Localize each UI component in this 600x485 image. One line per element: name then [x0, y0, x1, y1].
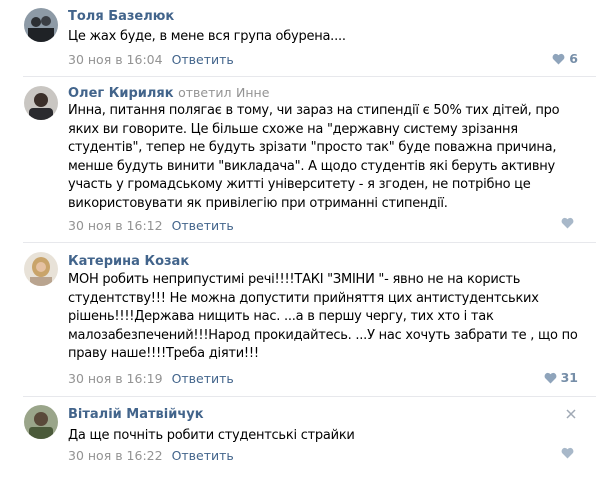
author-name[interactable]: Толя Базелюк [68, 9, 174, 24]
comment-meta: 30 ноя в 16:04 Ответить [68, 52, 234, 67]
comment-date[interactable]: 30 ноя в 16:04 [68, 52, 163, 67]
avatar[interactable] [24, 252, 58, 286]
comment-author[interactable]: Катерина Козак [68, 254, 189, 269]
reply-button[interactable]: Ответить [172, 52, 234, 67]
author-name[interactable]: Катерина Козак [68, 254, 189, 269]
divider [23, 76, 596, 77]
reply-prefix: ответил [178, 85, 232, 100]
comment-date[interactable]: 30 ноя в 16:22 [68, 448, 163, 463]
comment-meta: 30 ноя в 16:19 Ответить [68, 371, 234, 386]
heart-icon [561, 217, 574, 229]
like-button[interactable]: 31 [544, 370, 578, 385]
like-button[interactable] [561, 217, 578, 229]
avatar[interactable] [24, 405, 58, 439]
like-count: 6 [569, 51, 578, 66]
comment-text: Це жах буде, в мене вся група обурена...… [68, 29, 346, 44]
comment-date[interactable]: 30 ноя в 16:12 [68, 218, 163, 233]
reply-button[interactable]: Ответить [172, 218, 234, 233]
comment-date[interactable]: 30 ноя в 16:19 [68, 371, 163, 386]
reply-button[interactable]: Ответить [172, 448, 234, 463]
heart-icon [561, 447, 574, 459]
comment-text: Инна, питання полягає в тому, чи зараз н… [68, 103, 560, 211]
comment-author[interactable]: Віталій Матвійчук [68, 407, 204, 422]
avatar[interactable] [24, 8, 58, 42]
comment-text: Да ще почніть робити студентські страйки [68, 428, 355, 443]
comment-item: Віталій Матвійчук Да ще почніть робити с… [0, 397, 600, 485]
author-name[interactable]: Віталій Матвійчук [68, 407, 204, 422]
close-icon[interactable] [566, 409, 576, 419]
like-button[interactable] [561, 447, 578, 459]
comment-item: Катерина Козак МОН робить неприпустимі р… [0, 244, 600, 396]
avatar[interactable] [24, 86, 58, 120]
heart-icon [552, 53, 565, 64]
comment-meta: 30 ноя в 16:22 Ответить [68, 448, 234, 463]
author-name[interactable]: Олег Кириляк [68, 86, 174, 101]
comment-item: Олег Кириляк ответил Инне Инна, питання … [0, 78, 600, 244]
reply-to-name[interactable]: Инне [236, 85, 269, 100]
comment-meta: 30 ноя в 16:12 Ответить [68, 218, 234, 233]
comment-item: Толя Базелюк Це жах буде, в мене вся гру… [0, 0, 600, 78]
comment-author: Олег Кириляк ответил Инне [68, 85, 269, 101]
comment-author[interactable]: Толя Базелюк [68, 9, 174, 24]
like-button[interactable]: 6 [552, 51, 578, 66]
comment-text: МОН робить неприпустимі речі!!!!ТАКІ "ЗМ… [68, 272, 578, 361]
like-count: 31 [560, 370, 578, 385]
heart-icon [544, 372, 557, 383]
reply-button[interactable]: Ответить [172, 371, 234, 386]
divider [23, 242, 596, 243]
